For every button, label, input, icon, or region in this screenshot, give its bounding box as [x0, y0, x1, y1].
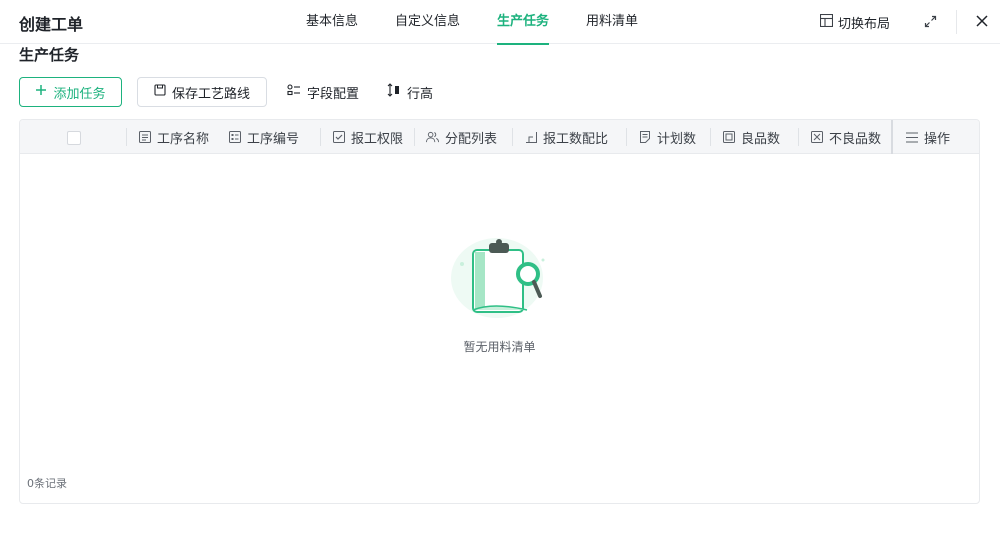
section-title: 生产任务: [19, 46, 80, 64]
switch-layout-button[interactable]: 切换布局: [819, 13, 891, 32]
good-icon: [722, 131, 735, 144]
column-label: 工序名称: [157, 131, 210, 147]
column-label: 计划数: [657, 131, 697, 147]
plan-icon: [638, 131, 651, 144]
column-label: 分配列表: [445, 131, 498, 147]
tab-custom-info[interactable]: 自定义信息: [395, 0, 460, 44]
row-height-label: 行高: [407, 86, 434, 102]
layout-icon: [819, 13, 834, 31]
tab-production-tasks[interactable]: 生产任务: [497, 0, 550, 45]
toolbar: 添加任务 保存工艺路线 字段配置 行高: [19, 77, 445, 107]
header-divider: [956, 10, 957, 34]
users-icon: [426, 131, 439, 144]
column-header-report-permission[interactable]: 报工权限: [320, 120, 414, 154]
save-icon: [154, 84, 166, 100]
row-height-button[interactable]: 行高: [375, 77, 445, 107]
table-header: 工序名称 工序编号 报工权限 分配列表 报工数配比 计划数 良品数 不良品数 操…: [20, 120, 979, 154]
expand-icon[interactable]: [921, 12, 939, 30]
column-label: 操作: [924, 131, 951, 147]
field-config-label: 字段配置: [307, 86, 360, 102]
list-icon: [905, 131, 918, 144]
save-route-label: 保存工艺路线: [171, 86, 250, 102]
row-height-icon: [387, 83, 401, 101]
column-header-good-qty[interactable]: 良品数: [710, 120, 798, 154]
tab-bar: 基本信息 自定义信息 生产任务 用料清单: [306, 0, 675, 45]
text-field-icon: [138, 131, 151, 144]
defect-icon: [810, 131, 823, 144]
column-header-actions[interactable]: 操作: [893, 120, 979, 154]
field-config-button[interactable]: 字段配置: [275, 77, 371, 107]
record-count: 0条记录: [27, 477, 67, 490]
plus-icon: [35, 84, 47, 100]
column-label: 不良品数: [829, 131, 882, 147]
checkbox-field-icon: [332, 131, 345, 144]
save-route-button[interactable]: 保存工艺路线: [137, 77, 267, 107]
modal-header: 创建工单 基本信息 自定义信息 生产任务 用料清单 切换布局: [0, 0, 1000, 45]
tab-basic-info[interactable]: 基本信息: [306, 0, 358, 44]
column-header-report-ratio[interactable]: 报工数配比: [512, 120, 626, 154]
column-label: 工序编号: [247, 131, 300, 147]
column-header-planned-qty[interactable]: 计划数: [626, 120, 710, 154]
empty-state: 暂无用料清单: [20, 234, 979, 355]
field-config-icon: [287, 84, 301, 100]
empty-clipboard-illustration-icon: [445, 234, 555, 328]
select-all-checkbox[interactable]: [67, 131, 81, 145]
column-header-assign-list[interactable]: 分配列表: [414, 120, 512, 154]
column-header-process-name[interactable]: 工序名称: [126, 120, 216, 154]
tab-material-list[interactable]: 用料清单: [586, 0, 638, 44]
add-task-button[interactable]: 添加任务: [19, 77, 122, 107]
column-header-process-code[interactable]: 工序编号: [216, 120, 320, 154]
id-field-icon: [228, 131, 241, 144]
ratio-icon: [524, 131, 537, 144]
column-header-defect-qty[interactable]: 不良品数: [798, 120, 891, 154]
empty-state-text: 暂无用料清单: [463, 340, 536, 354]
column-label: 良品数: [741, 131, 781, 147]
modal-title: 创建工单: [19, 15, 84, 34]
column-label: 报工数配比: [543, 131, 609, 147]
add-task-label: 添加任务: [53, 86, 106, 102]
close-icon[interactable]: [973, 12, 991, 30]
tasks-table: 工序名称 工序编号 报工权限 分配列表 报工数配比 计划数 良品数 不良品数 操…: [19, 119, 980, 504]
column-label: 报工权限: [351, 131, 404, 147]
switch-layout-label: 切换布局: [838, 17, 891, 32]
